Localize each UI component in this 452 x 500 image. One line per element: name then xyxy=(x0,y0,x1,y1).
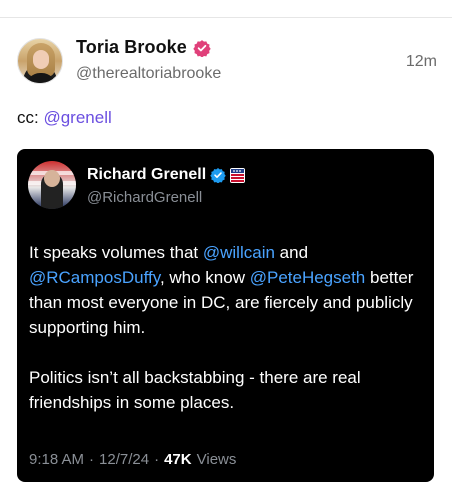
top-divider xyxy=(0,17,452,18)
embed-meta: 9:18 AM · 12/7/24 · 47K Views xyxy=(29,451,236,468)
author-name-row: Toria Brooke xyxy=(76,37,211,58)
affiliation-badge-icon xyxy=(230,167,246,183)
meta-separator: · xyxy=(154,451,160,468)
views-count: 47K xyxy=(164,451,192,468)
meta-separator: · xyxy=(89,451,95,468)
embed-author-name[interactable]: Richard Grenell xyxy=(87,166,206,184)
embed-avatar[interactable] xyxy=(28,161,76,209)
embed-date[interactable]: 12/7/24 xyxy=(99,451,149,468)
post-timestamp: 12m xyxy=(405,53,437,70)
mention-link[interactable]: @willcain xyxy=(203,243,275,262)
post-text-prefix: cc: xyxy=(17,108,44,127)
embed-text: and xyxy=(274,243,309,262)
verified-badge-icon xyxy=(193,39,211,58)
embedded-post[interactable]: Richard Grenell @RichardGrenell It speak… xyxy=(17,149,434,482)
embed-text: It speaks volumes that xyxy=(29,243,203,262)
verified-badge-icon xyxy=(210,167,226,184)
embed-time[interactable]: 9:18 AM xyxy=(29,451,84,468)
post-header: Toria Brooke @therealtoriabrooke 12m xyxy=(17,36,437,88)
avatar[interactable] xyxy=(17,38,63,84)
embed-paragraph-1: It speaks volumes that @willcain and @RC… xyxy=(29,240,424,340)
embed-paragraph-2: Politics isn’t all backstabbing - there … xyxy=(29,368,361,412)
mention-link[interactable]: @PeteHegseth xyxy=(250,268,366,287)
embed-author-name-row: Richard Grenell xyxy=(87,166,246,184)
mention-link[interactable]: @RCamposDuffy xyxy=(29,268,160,287)
views-label: Views xyxy=(196,451,237,468)
embed-text: , who know xyxy=(159,268,250,287)
author-handle[interactable]: @therealtoriabrooke xyxy=(76,65,221,83)
embed-author-handle[interactable]: @RichardGrenell xyxy=(87,189,202,206)
post-text: cc: @grenell xyxy=(17,108,112,128)
author-name[interactable]: Toria Brooke xyxy=(76,37,187,58)
embed-body: It speaks volumes that @willcain and @RC… xyxy=(29,240,424,415)
mention-link[interactable]: @grenell xyxy=(43,108,111,127)
